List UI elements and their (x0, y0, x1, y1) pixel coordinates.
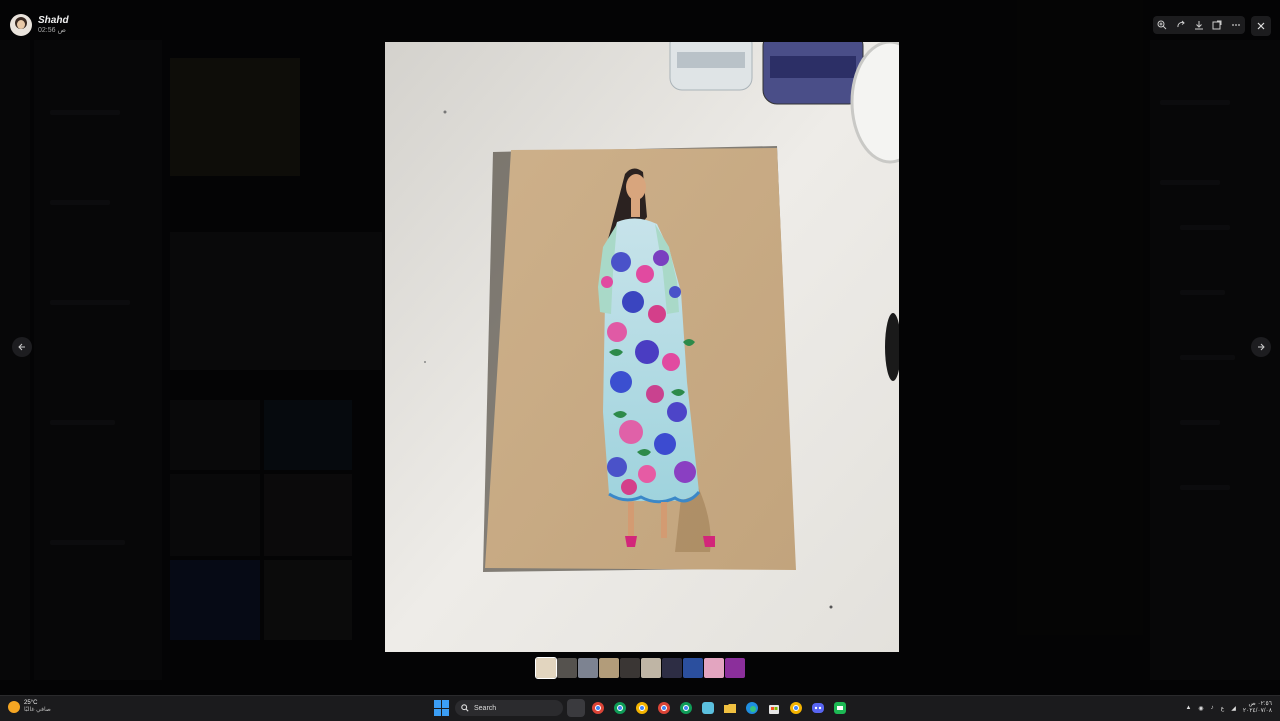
search-box[interactable]: Search (455, 700, 563, 716)
search-label: Search (474, 704, 497, 712)
start-button[interactable] (433, 699, 451, 717)
task-view-icon[interactable] (567, 699, 585, 717)
avatar[interactable] (10, 14, 32, 36)
mic-icon[interactable]: ♪ (1211, 705, 1214, 711)
thumbnail[interactable] (662, 658, 682, 678)
weather-widget[interactable]: 25°C صافي غالبًا (8, 700, 51, 714)
volume-icon[interactable]: ◢ (1231, 705, 1236, 712)
open-external-icon[interactable] (1210, 18, 1224, 32)
chrome-icon[interactable] (633, 699, 651, 717)
thumbnail[interactable] (641, 658, 661, 678)
arrow-right-icon (1258, 343, 1265, 351)
zoom-in-icon[interactable] (1155, 18, 1169, 32)
viewer-toolbar (1153, 16, 1245, 34)
more-icon[interactable] (1229, 18, 1243, 32)
taskbar-apps: Search (433, 699, 849, 717)
photos-icon[interactable] (699, 699, 717, 717)
taskbar: 25°C صافي غالبًا Search ▲ ◉ ♪ ع ◢ ٠٢:٥٦ … (0, 695, 1280, 721)
rotate-icon[interactable] (1174, 18, 1188, 32)
folder-icon[interactable] (721, 699, 739, 717)
thumbnail[interactable] (683, 658, 703, 678)
edge-icon[interactable] (743, 699, 761, 717)
next-button[interactable] (1251, 337, 1271, 357)
weather-temp: 25°C (24, 700, 38, 706)
network-icon[interactable]: ◉ (1198, 705, 1203, 712)
store-icon[interactable] (765, 699, 783, 717)
close-icon (1257, 22, 1265, 30)
previous-button[interactable] (12, 337, 32, 357)
clock[interactable]: ٠٢:٥٦ ص ٢٠٢٤/٠٧/٠٨ (1243, 701, 1272, 715)
sun-icon (8, 701, 20, 713)
thumbnail[interactable] (620, 658, 640, 678)
arrow-left-icon (18, 343, 25, 351)
download-icon[interactable] (1192, 18, 1206, 32)
weather-condition: صافي غالبًا (24, 707, 51, 713)
thumbnail[interactable] (557, 658, 577, 678)
language-indicator[interactable]: ع (1221, 705, 1225, 712)
chevron-up-icon[interactable]: ▲ (1185, 705, 1191, 711)
thumbnail[interactable] (578, 658, 598, 678)
chrome-icon[interactable] (787, 699, 805, 717)
thumbnail[interactable] (599, 658, 619, 678)
thumbnail[interactable] (704, 658, 724, 678)
search-icon (461, 704, 469, 712)
discord-icon[interactable] (809, 699, 827, 717)
thumbnail-strip (535, 657, 745, 679)
chrome-icon[interactable] (611, 699, 629, 717)
chrome-icon[interactable] (677, 699, 695, 717)
viewer-image[interactable] (385, 42, 899, 652)
chrome-icon[interactable] (655, 699, 673, 717)
upload-time: 02:56 ص (38, 27, 66, 34)
close-button[interactable] (1251, 16, 1271, 36)
system-tray: ▲ ◉ ♪ ع ◢ ٠٢:٥٦ ص ٢٠٢٤/٠٧/٠٨ (1185, 701, 1272, 715)
uploader-name: Shahd (38, 15, 69, 26)
thumbnail[interactable] (535, 657, 557, 679)
chrome-icon[interactable] (589, 699, 607, 717)
thumbnail[interactable] (725, 658, 745, 678)
spotify-icon[interactable] (831, 699, 849, 717)
clock-time: ٠٢:٥٦ ص (1248, 701, 1272, 707)
clock-date: ٢٠٢٤/٠٧/٠٨ (1242, 708, 1272, 714)
uploader-info: Shahd 02:56 ص (10, 14, 69, 36)
